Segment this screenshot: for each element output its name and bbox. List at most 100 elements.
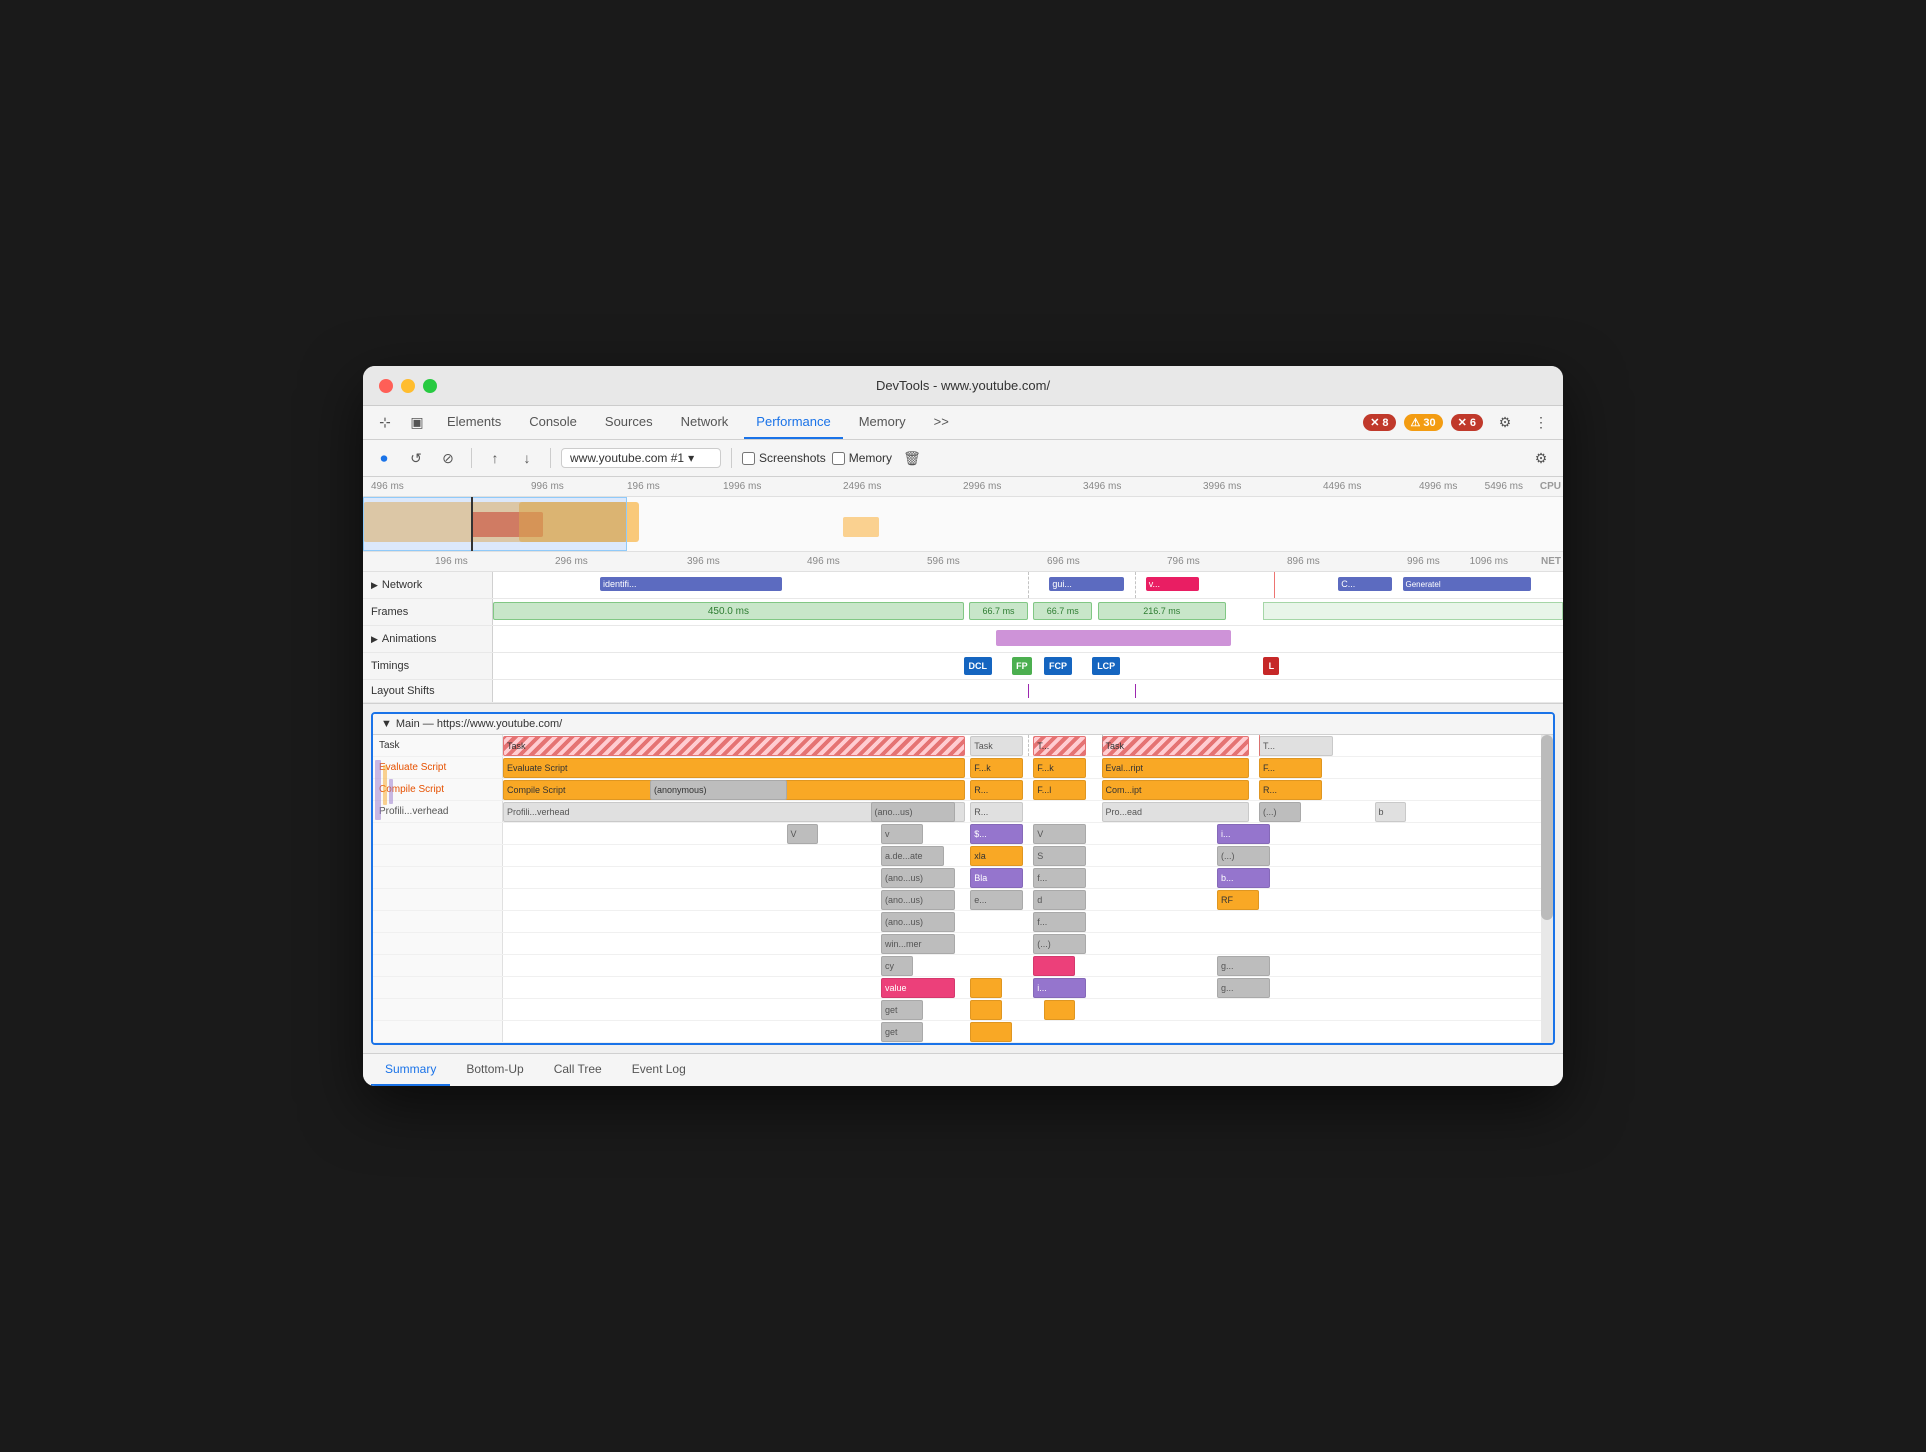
flame-block-r5-3[interactable]: (...): [1217, 846, 1270, 866]
flame-block-r6-0[interactable]: (ano...us): [881, 868, 955, 888]
info-badge[interactable]: ✕ 6: [1451, 414, 1483, 431]
scrollbar-track[interactable]: [1541, 735, 1553, 1043]
flame-block-prof-1[interactable]: R...: [970, 802, 1023, 822]
flame-block-eval-2[interactable]: F...k: [1033, 758, 1086, 778]
screenshots-checkbox[interactable]: [742, 452, 755, 465]
flame-block-r7-3[interactable]: RF: [1217, 890, 1259, 910]
tab-call-tree[interactable]: Call Tree: [540, 1054, 616, 1086]
flame-block-r10-2[interactable]: g...: [1217, 956, 1270, 976]
timing-fp[interactable]: FP: [1012, 657, 1032, 675]
flame-block-r12-2[interactable]: [1044, 1000, 1076, 1020]
capture-settings-icon[interactable]: ⚙: [1527, 444, 1555, 472]
flame-block-compile-1[interactable]: R...: [970, 780, 1023, 800]
flame-block-r6-3[interactable]: b...: [1217, 868, 1270, 888]
tab-event-log[interactable]: Event Log: [618, 1054, 700, 1086]
timing-lcp[interactable]: LCP: [1092, 657, 1120, 675]
screenshots-checkbox-label[interactable]: Screenshots: [742, 451, 826, 465]
flame-block-prof-2[interactable]: Pro...ead: [1102, 802, 1249, 822]
upload-button[interactable]: ↑: [482, 445, 508, 471]
flame-block-r5-0[interactable]: a.de...ate: [881, 846, 944, 866]
frame-block-2[interactable]: 66.7 ms: [1033, 602, 1092, 620]
flame-block-eval-3[interactable]: Eval...ript: [1102, 758, 1249, 778]
tab-performance[interactable]: Performance: [744, 406, 842, 439]
flame-block-r4-4[interactable]: i...: [1217, 824, 1270, 844]
inspect-icon[interactable]: ⊹: [371, 409, 399, 437]
flame-block-prof-anon[interactable]: (ano...us): [871, 802, 955, 822]
anim-block[interactable]: [996, 630, 1231, 646]
frame-block-4[interactable]: [1263, 602, 1563, 620]
tab-bottom-up[interactable]: Bottom-Up: [452, 1054, 537, 1086]
timing-l[interactable]: L: [1263, 657, 1279, 675]
flame-block-r4-0[interactable]: V: [787, 824, 819, 844]
memory-settings-icon[interactable]: 🗑: [898, 444, 926, 472]
flame-block-r5-1[interactable]: xla: [970, 846, 1023, 866]
flame-block-compile-2[interactable]: F...l: [1033, 780, 1086, 800]
flame-block-r9-0[interactable]: win...mer: [881, 934, 955, 954]
timing-dcl[interactable]: DCL: [964, 657, 992, 675]
memory-checkbox-label[interactable]: Memory: [832, 451, 892, 465]
flame-block-prof-4[interactable]: b: [1375, 802, 1407, 822]
flame-block-eval-4[interactable]: F...: [1259, 758, 1322, 778]
flame-block-task-1[interactable]: Task: [970, 736, 1023, 756]
timing-fcp[interactable]: FCP: [1044, 657, 1072, 675]
flame-block-task-2[interactable]: T...: [1033, 736, 1086, 756]
tab-more[interactable]: >>: [922, 406, 961, 439]
flame-block-compile-3[interactable]: Com...ipt: [1102, 780, 1249, 800]
flame-block-r11-2[interactable]: i...: [1033, 978, 1086, 998]
flame-block-r6-2[interactable]: f...: [1033, 868, 1086, 888]
device-toolbar-icon[interactable]: ▣: [403, 409, 431, 437]
scrollbar-thumb[interactable]: [1541, 735, 1553, 920]
flame-block-r7-0[interactable]: (ano...us): [881, 890, 955, 910]
flame-block-r13-0[interactable]: get: [881, 1022, 923, 1042]
more-options-icon[interactable]: ⋮: [1527, 409, 1555, 437]
record-button[interactable]: ⏺: [371, 445, 397, 471]
flame-block-compile-anon[interactable]: (anonymous): [650, 780, 787, 800]
frame-block-1[interactable]: 66.7 ms: [969, 602, 1028, 620]
flame-block-r6-1[interactable]: Bla: [970, 868, 1023, 888]
flame-block-r11-0[interactable]: value: [881, 978, 955, 998]
reload-button[interactable]: ↺: [403, 445, 429, 471]
flame-block-eval-0[interactable]: Evaluate Script: [503, 758, 965, 778]
flame-block-r5-2[interactable]: S: [1033, 846, 1086, 866]
flame-block-r10-0[interactable]: cy: [881, 956, 913, 976]
error-badge[interactable]: ✕ 8: [1363, 414, 1395, 431]
flame-block-prof-3[interactable]: (...): [1259, 802, 1301, 822]
flame-block-r12-1[interactable]: [970, 1000, 1002, 1020]
tab-memory[interactable]: Memory: [847, 406, 918, 439]
network-block-4[interactable]: Generatel: [1403, 577, 1531, 591]
flame-block-eval-1[interactable]: F...k: [970, 758, 1023, 778]
settings-icon[interactable]: ⚙: [1491, 409, 1519, 437]
flame-block-r11-3[interactable]: g...: [1217, 978, 1270, 998]
flame-block-r9-1[interactable]: (...): [1033, 934, 1086, 954]
tab-elements[interactable]: Elements: [435, 406, 513, 439]
fullscreen-button[interactable]: [423, 379, 437, 393]
tab-sources[interactable]: Sources: [593, 406, 665, 439]
flame-block-r4-1[interactable]: v: [881, 824, 923, 844]
network-block-0[interactable]: identifi...: [600, 577, 782, 591]
minimize-button[interactable]: [401, 379, 415, 393]
flame-block-r12-0[interactable]: get: [881, 1000, 923, 1020]
clear-button[interactable]: ⊘: [435, 445, 461, 471]
flame-block-compile-4[interactable]: R...: [1259, 780, 1322, 800]
network-block-3[interactable]: C...: [1338, 577, 1392, 591]
tab-console[interactable]: Console: [517, 406, 589, 439]
flame-block-r7-2[interactable]: d: [1033, 890, 1086, 910]
flame-block-r7-1[interactable]: e...: [970, 890, 1023, 910]
close-button[interactable]: [379, 379, 393, 393]
warn-badge[interactable]: ⚠ 30: [1404, 414, 1443, 431]
frame-block-0[interactable]: 450.0 ms: [493, 602, 964, 620]
flame-block-r8-0[interactable]: (ano...us): [881, 912, 955, 932]
download-button[interactable]: ↓: [514, 445, 540, 471]
flame-block-task-4[interactable]: T...: [1259, 736, 1333, 756]
flame-block-r10-1[interactable]: [1033, 956, 1075, 976]
flame-block-r8-1[interactable]: f...: [1033, 912, 1086, 932]
collapse-icon[interactable]: ▼: [381, 718, 392, 730]
frame-block-3[interactable]: 216.7 ms: [1098, 602, 1226, 620]
flame-block-r13-1[interactable]: [970, 1022, 1012, 1042]
tab-summary[interactable]: Summary: [371, 1054, 450, 1086]
flame-block-task-0[interactable]: Task: [503, 736, 965, 756]
flame-block-r4-2[interactable]: $...: [970, 824, 1023, 844]
network-block-2[interactable]: v...: [1146, 577, 1200, 591]
tab-network[interactable]: Network: [669, 406, 741, 439]
memory-checkbox[interactable]: [832, 452, 845, 465]
